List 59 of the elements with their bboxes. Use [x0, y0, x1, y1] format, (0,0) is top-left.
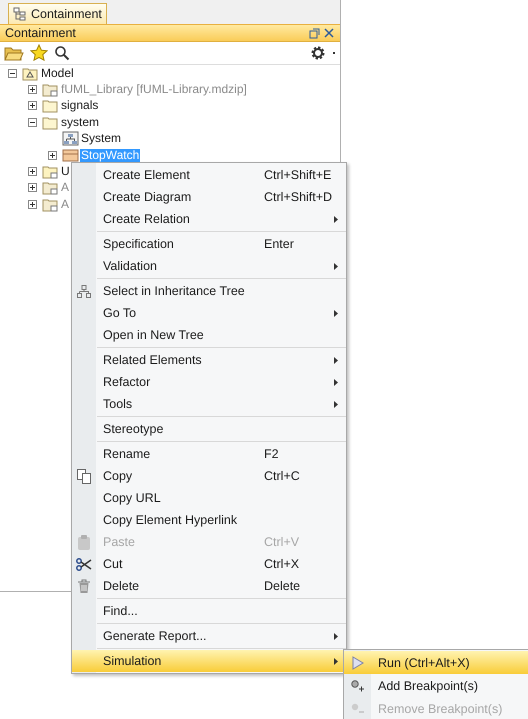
tree-node[interactable]: signals: [60, 99, 100, 112]
menu-item[interactable]: Open in New Tree: [72, 324, 346, 346]
package-icon: [42, 196, 59, 212]
collapse-icon[interactable]: [8, 68, 17, 78]
package-icon: [42, 164, 59, 180]
menu-item[interactable]: Generate Report...: [72, 625, 346, 647]
copy-icon: [77, 468, 91, 484]
scissors-icon: [76, 558, 92, 570]
menu-item[interactable]: Find...: [72, 600, 346, 622]
collapse-icon[interactable]: [28, 118, 37, 127]
menu-item[interactable]: Refactor: [72, 371, 346, 393]
expand-icon[interactable]: [28, 101, 37, 110]
trash-icon: [78, 579, 90, 593]
containment-tab[interactable]: Containment: [8, 3, 107, 24]
package-icon: [22, 66, 39, 81]
menu-item[interactable]: Cut Ctrl+X: [72, 553, 346, 575]
menu-item[interactable]: Specification Enter: [72, 233, 346, 255]
menu-item[interactable]: Delete Delete: [72, 575, 346, 597]
remove-breakpoint-icon: [350, 702, 364, 714]
gear-icon[interactable]: [310, 45, 326, 61]
tree-node[interactable]: Model: [40, 66, 75, 80]
search-icon[interactable]: [54, 45, 70, 61]
menu-item[interactable]: Copy URL: [72, 487, 346, 509]
folder-icon: [42, 114, 59, 130]
dropdown-icon[interactable]: [332, 51, 336, 55]
menu-item[interactable]: Related Elements: [72, 349, 346, 371]
tree-icon: [13, 7, 27, 21]
menu-item[interactable]: Rename F2: [72, 443, 346, 465]
play-icon: [352, 656, 364, 670]
block-icon: [62, 148, 79, 163]
tree-node[interactable]: system: [60, 116, 100, 129]
tree-node[interactable]: System: [80, 132, 122, 146]
menu-item[interactable]: Run (Ctrl+Alt+X): [344, 651, 528, 674]
close-icon[interactable]: [324, 28, 334, 38]
package-icon: [42, 82, 59, 98]
star-icon[interactable]: [30, 44, 48, 62]
menu-item[interactable]: Tools: [72, 393, 346, 415]
menu-item[interactable]: Create Relation: [72, 208, 346, 230]
menu-item[interactable]: Select in Inheritance Tree: [72, 280, 346, 302]
menu-item[interactable]: Go To: [72, 302, 346, 324]
menu-item[interactable]: Add Breakpoint(s): [344, 674, 528, 697]
diagram-icon: [62, 131, 79, 146]
menu-item[interactable]: Validation: [72, 255, 346, 277]
add-breakpoint-icon: [350, 680, 364, 692]
menu-item[interactable]: Create Element Ctrl+Shift+E: [72, 164, 346, 186]
menu-item[interactable]: Create Diagram Ctrl+Shift+D: [72, 186, 346, 208]
folder-icon: [42, 98, 59, 114]
clipboard-icon: [78, 534, 90, 550]
menu-item[interactable]: Stereotype: [72, 418, 346, 440]
hierarchy-icon: [77, 284, 91, 298]
menu-item[interactable]: Copy Element Hyperlink: [72, 509, 346, 531]
restore-icon[interactable]: [309, 28, 320, 38]
expand-icon[interactable]: [48, 150, 57, 160]
menu-item[interactable]: Copy Ctrl+C: [72, 465, 346, 487]
package-icon: [42, 180, 59, 196]
menu-item[interactable]: Simulation: [72, 650, 346, 672]
tree-node[interactable]: U: [60, 165, 71, 178]
panel-title: Containment: [5, 26, 77, 40]
expand-icon[interactable]: [28, 167, 37, 176]
